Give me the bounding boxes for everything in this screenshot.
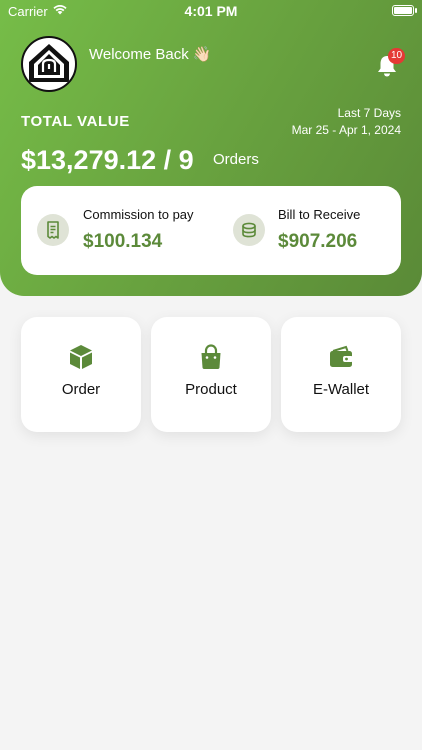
tile-product-label: Product (185, 381, 237, 398)
period-range[interactable]: Mar 25 - Apr 1, 2024 (292, 123, 401, 137)
brand-logo[interactable] (21, 36, 77, 92)
tile-order-label: Order (61, 381, 101, 398)
total-amount: $13,279.12 / 9 (21, 145, 194, 175)
summary-card: Commission to pay $100.134 Bill to Recei… (21, 186, 401, 275)
clock: 4:01 PM (184, 3, 238, 19)
box-icon (70, 345, 92, 369)
battery-tip (415, 8, 417, 13)
tile-ewallet[interactable]: E-Wallet (281, 317, 401, 432)
notification-badge: 10 (388, 48, 406, 64)
tile-ewallet-label: E-Wallet (312, 381, 370, 398)
wallet-icon (330, 345, 353, 367)
commission-value: $100.134 (83, 231, 163, 252)
logo-mark-icon (29, 44, 69, 82)
shopping-bag-icon (201, 344, 221, 369)
tile-product[interactable]: Product (151, 317, 271, 432)
receipt-icon (37, 214, 69, 246)
total-value-label: TOTAL VALUE (21, 113, 130, 130)
tile-order[interactable]: Order (21, 317, 141, 432)
bill-value: $907.206 (278, 231, 358, 252)
period-label[interactable]: Last 7 Days (338, 106, 401, 120)
status-bar: Carrier 4:01 PM (0, 0, 422, 24)
battery-icon (392, 5, 414, 16)
orders-label: Orders (213, 151, 259, 168)
header-panel: Carrier 4:01 PM Welcome Back 👋🏻 10 TOTAL… (0, 0, 422, 296)
commission-title: Commission to pay (83, 207, 194, 222)
welcome-text: Welcome Back 👋🏻 (89, 46, 212, 63)
bill-title: Bill to Receive (278, 207, 361, 222)
coins-icon (233, 214, 265, 246)
